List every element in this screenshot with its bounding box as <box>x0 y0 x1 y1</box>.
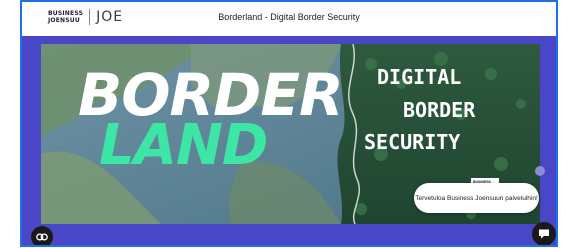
hero-subtitle-line-3: SECURITY <box>364 130 461 154</box>
link-button[interactable] <box>31 226 53 245</box>
hero-subtitle-line-1: DIGITAL <box>377 65 462 89</box>
chat-greeting-bubble[interactable]: Tervetuloa Business Joensuun palveluihin… <box>414 183 539 213</box>
hero-subtitle-line-2: BORDER <box>403 98 476 122</box>
chat-greeting-text: Tervetuloa Business Joensuun palveluihin… <box>415 194 538 202</box>
page-title: Borderland - Digital Border Security <box>218 12 360 22</box>
content-stage: BORDER LAND DIGITAL BORDER SECURITY BUSI… <box>22 36 556 245</box>
chat-open-button[interactable] <box>532 222 556 245</box>
chat-bubble-icon <box>539 229 549 239</box>
browser-frame: BUSINESS JOENSUU JOE Borderland - Digita… <box>20 0 558 247</box>
link-icon <box>36 233 48 241</box>
hero-title-line-2: LAND <box>99 113 268 178</box>
notification-dot <box>535 166 545 176</box>
top-bar: BUSINESS JOENSUU JOE Borderland - Digita… <box>22 2 556 37</box>
